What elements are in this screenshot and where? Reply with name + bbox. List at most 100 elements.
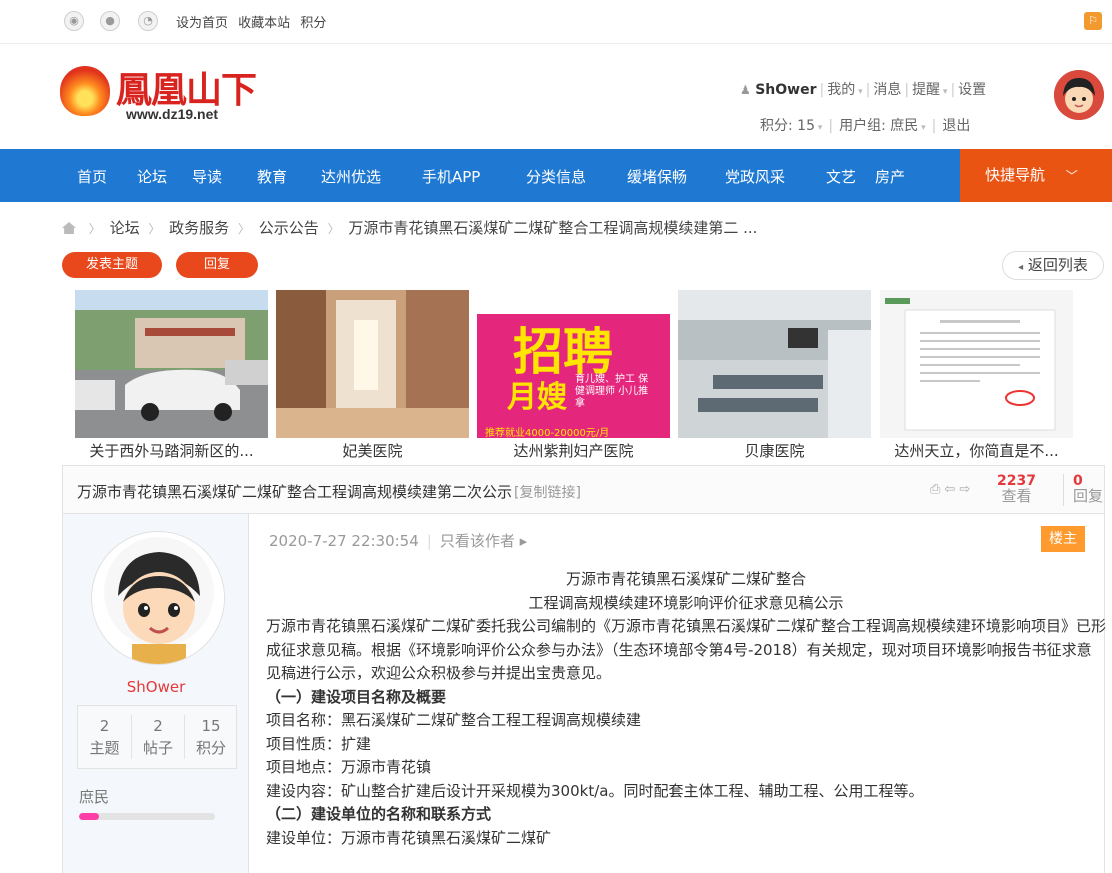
gallery-item[interactable]: 达州天立，你简直是不... [880,290,1073,462]
header-avatar[interactable] [1054,70,1104,120]
divider [1063,474,1064,506]
poster-subtitle: 月嫂 [507,380,567,415]
my-menu[interactable]: 我的 [827,82,855,98]
messages-link[interactable]: 消息 [873,82,901,98]
stat-topics-value: 2 [99,717,110,735]
nav-item-mobile-app[interactable]: 手机APP [422,166,480,187]
logo-url: www.dz19.net [126,106,219,122]
replies-stat: 0 回复 [1073,474,1103,504]
poster-header [477,290,670,314]
author-group[interactable]: 庶民 [79,786,109,807]
quick-nav-button[interactable]: 快捷导航 ﹀ [960,149,1112,202]
stat-topics[interactable]: 2 主题 [78,715,131,759]
nav-item-home[interactable]: 首页 [77,166,107,187]
stat-points-value: 15 [201,717,221,735]
post-line-content: 建设内容：矿山整合扩建后设计开采规模为300kt/a。同时配套主体工程、辅助工程… [266,781,924,800]
next-thread-icon[interactable]: ⇨ [959,482,974,497]
back-to-list-button[interactable]: ◂ 返回列表 [1002,251,1104,280]
stat-topics-label: 主题 [89,739,120,757]
nav-item-dazhou-select[interactable]: 达州优选 [321,166,381,187]
gallery-caption[interactable]: 贝康医院 [678,440,871,461]
weibo-icon[interactable]: ◉ [64,11,84,31]
only-author-link[interactable]: 只看该作者 ▸ [440,532,527,550]
author-name[interactable]: ShOwer [63,678,249,696]
stat-posts[interactable]: 2 帖子 [131,715,184,759]
nav-item-forum[interactable]: 论坛 [137,166,167,187]
stat-points[interactable]: 15 积分 [184,715,237,759]
top-bar: ◉ ● ◔ 设为首页 收藏本站 积分 ⚐ [0,0,1112,44]
set-homepage-link[interactable]: 设为首页 [176,16,228,31]
thread-title-wrap: 万源市青花镇黑石溪煤矿二煤矿整合工程调高规模续建第二次公示 [复制链接] [77,481,581,502]
post-section-1: （一）建设项目名称及概要 [266,687,447,706]
nav-item-classifieds[interactable]: 分类信息 [526,166,586,187]
breadcrumb-gov-service[interactable]: 政务服务 [169,219,229,237]
copy-link-button[interactable]: [复制链接] [514,485,581,501]
points-link[interactable]: 积分 [300,16,326,31]
user-group[interactable]: 用户组: 庶民 [839,118,918,134]
author-level-fill [79,813,100,820]
gallery-image [678,290,871,438]
gallery-item[interactable]: 妃美医院 [276,290,469,462]
chevron-down-icon: ▾ [814,123,823,133]
gallery-item[interactable]: 关于西外马踏洞新区的... [75,290,268,462]
wechat-icon[interactable]: ● [100,11,120,31]
chevron-down-icon: ▾ [918,123,926,133]
chevron-right-icon: 〉 [148,222,161,236]
breadcrumb-notice[interactable]: 公示公告 [259,219,319,237]
post: ShOwer 2 主题 2 帖子 15 积分 庶民 2020-7-27 22:3… [62,514,1106,873]
settings-link[interactable]: 设置 [958,82,986,98]
flame-logo-icon [60,66,110,116]
nav-item-traffic[interactable]: 缓堵保畅 [627,166,687,187]
replies-label: 回复 [1073,487,1104,505]
main-nav: 首页 论坛 导读 教育 达州优选 手机APP 分类信息 缓堵保畅 党政风采 文艺… [0,149,1112,202]
gallery-image: 招聘 月嫂 育儿嫂、护工 保健调理师 小儿推拿 推荐就业4000-20000元/… [477,290,670,438]
nav-item-arts[interactable]: 文艺 [826,166,856,187]
quick-nav-label: 快捷导航 [985,166,1046,184]
rss-icon[interactable]: ⚐ [1084,12,1102,30]
prev-thread-icon[interactable]: ⇦ [944,482,959,497]
back-to-list-label: 返回列表 [1027,256,1088,274]
bookmark-link[interactable]: 收藏本站 [238,16,290,31]
breadcrumb: 〉 论坛 〉 政务服务 〉 公示公告 〉 万源市青花镇黑石溪煤矿二煤矿整合工程调… [62,217,757,238]
post-section-2: （二）建设单位的名称和联系方式 [266,805,492,823]
nav-item-education[interactable]: 教育 [257,166,287,187]
chevron-left-icon: ◂ [1018,262,1024,273]
chevron-down-icon: ﹀ [1065,169,1078,183]
author-avatar[interactable] [91,531,225,665]
post-line-location: 项目地点：万源市青花镇 [266,758,432,776]
remind-menu[interactable]: 提醒 [912,82,940,98]
site-logo[interactable]: 鳳凰山下 www.dz19.net [60,62,260,124]
stat-posts-label: 帖子 [142,739,173,757]
print-icon[interactable]: ⎙ [930,482,944,497]
post-content: 2020-7-27 22:30:54 | 只看该作者 ▸ 楼主 万源市青花镇黑石溪煤… [266,514,1106,873]
user-info: 积分: 15 ▾ | 用户组: 庶民 ▾ | 退出 [760,118,971,134]
gallery-caption[interactable]: 妃美医院 [276,440,469,461]
thread-title-bar: 万源市青花镇黑石溪煤矿二煤矿整合工程调高规模续建第二次公示 [复制链接] ⎙⇦⇨ … [62,465,1105,514]
home-icon[interactable] [62,222,76,234]
thread-tools: ⎙⇦⇨ [930,482,974,497]
user-points[interactable]: 积分: 15 [760,118,815,134]
gallery-item[interactable]: 招聘 月嫂 育儿嫂、护工 保健调理师 小儿推拿 推荐就业4000-20000元/… [477,290,670,462]
user-icon: ♟ [740,83,751,97]
thread-title: 万源市青花镇黑石溪煤矿二煤矿整合工程调高规模续建第二次公示 [77,483,513,501]
qq-icon[interactable]: ◔ [138,11,158,31]
logout-link[interactable]: 退出 [942,118,970,134]
nav-item-government[interactable]: 党政风采 [725,166,785,187]
image-gallery: 关于西外马踏洞新区的... 妃美医院 招聘 月嫂 育儿嫂、护工 保健调理师 小儿… [75,290,1105,462]
gallery-caption[interactable]: 关于西外马踏洞新区的... [75,440,268,461]
gallery-caption[interactable]: 达州天立，你简直是不... [880,440,1073,461]
username-link[interactable]: ShOwer [755,82,816,98]
gallery-image [276,290,469,438]
nav-item-realestate[interactable]: 房产 [875,166,905,187]
views-label: 查看 [1001,487,1032,505]
author-stats: 2 主题 2 帖子 15 积分 [77,705,237,769]
breadcrumb-forum[interactable]: 论坛 [110,219,140,237]
post-body: 万源市青花镇黑石溪煤矿二煤矿整合 工程调高规模续建环境影响评价征求意见稿公示 万… [266,568,1106,850]
poster-salary: 推荐就业4000-20000元/月 [485,428,610,438]
new-topic-button[interactable]: 发表主题 [62,252,162,278]
nav-item-guide[interactable]: 导读 [192,166,222,187]
gallery-caption[interactable]: 达州紫荆妇产医院 [477,440,670,461]
reply-button[interactable]: 回复 [176,252,258,278]
gallery-item[interactable]: 贝康医院 [678,290,871,462]
post-paragraph: 万源市青花镇黑石溪煤矿二煤矿委托我公司编制的《万源市青花镇黑石溪煤矿二煤矿整合工… [266,617,1107,682]
